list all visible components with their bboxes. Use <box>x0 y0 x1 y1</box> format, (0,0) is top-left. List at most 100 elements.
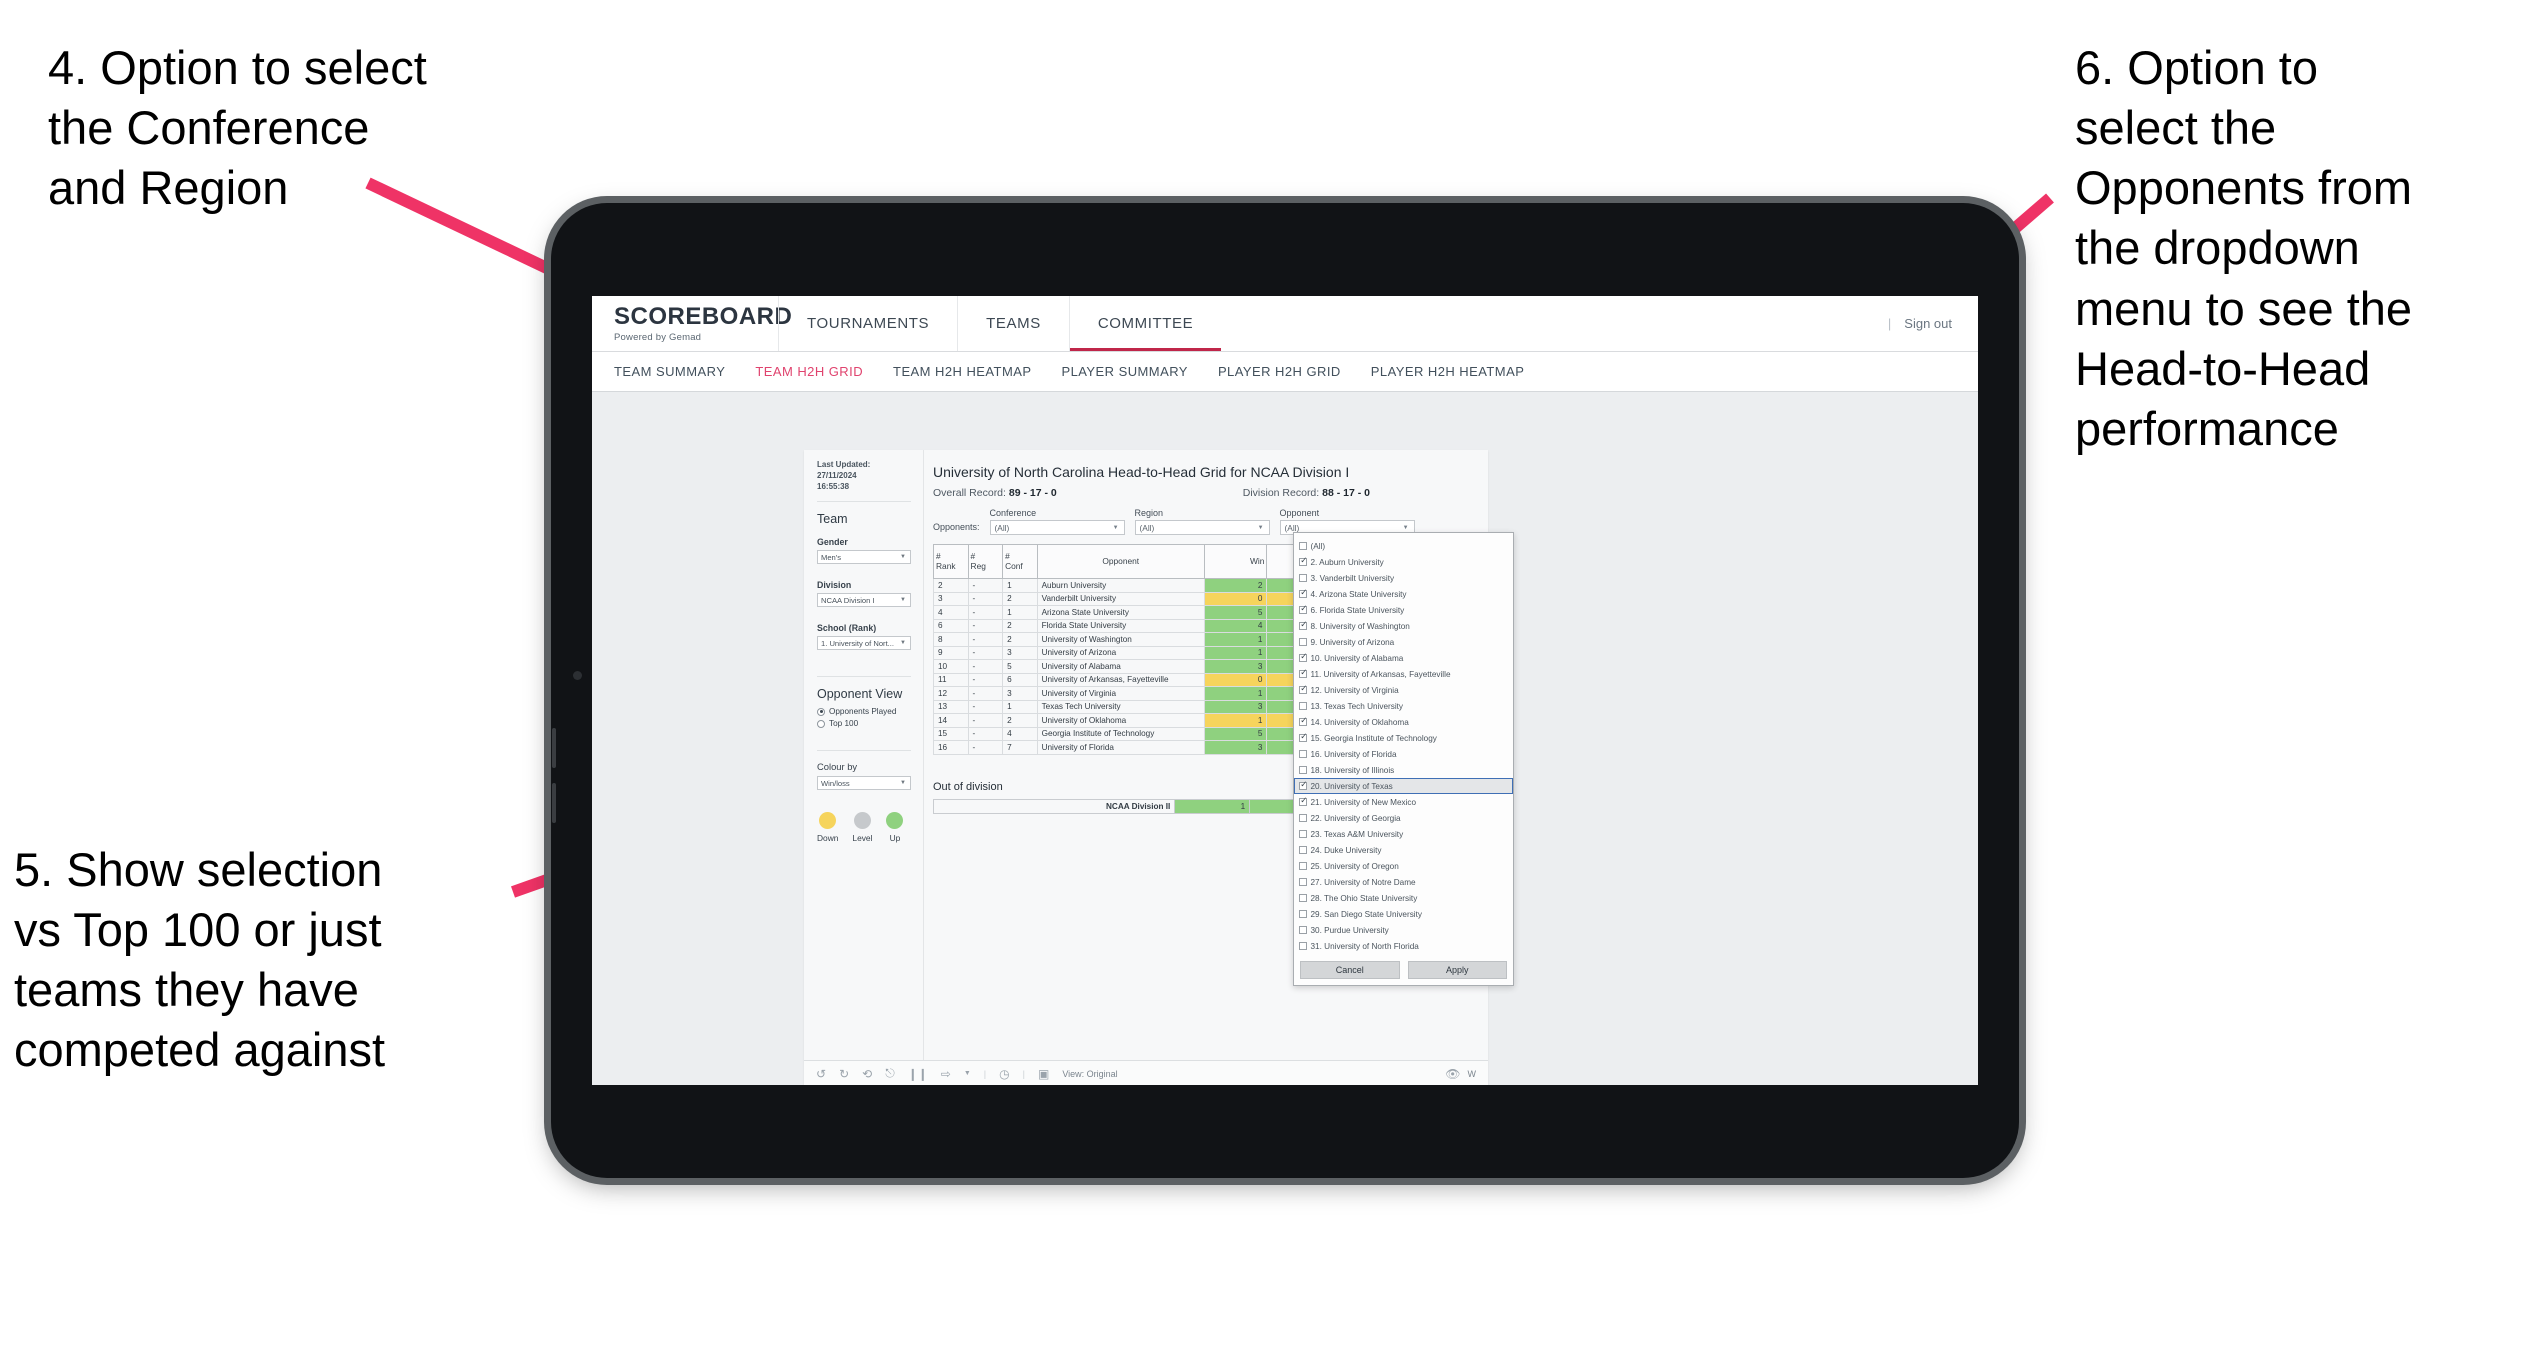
rank-cell[interactable]: 11 <box>933 672 969 687</box>
opponent-option[interactable]: 22. University of Georgia <box>1294 810 1513 826</box>
opponent-option[interactable]: 12. University of Virginia <box>1294 682 1513 698</box>
opponent-option[interactable]: 16. University of Florida <box>1294 746 1513 762</box>
cancel-button[interactable]: Cancel <box>1300 961 1400 979</box>
rank-cell[interactable]: 14 <box>933 713 969 728</box>
opponent-dropdown-popup[interactable]: (All) 2. Auburn University 3. Vanderbilt U… <box>1293 532 1514 986</box>
checkbox-icon[interactable] <box>1299 814 1307 822</box>
rank-cell[interactable]: 2 <box>933 578 969 593</box>
win-cell[interactable]: 0 <box>1203 591 1268 606</box>
checkbox-icon[interactable] <box>1299 684 1307 694</box>
tab-player-h2h-heatmap[interactable]: PLAYER H2H HEATMAP <box>1371 364 1525 379</box>
win-cell[interactable]: 1 <box>1203 632 1268 647</box>
rank-cell[interactable]: 13 <box>933 699 969 714</box>
checkbox-icon[interactable] <box>1299 652 1307 662</box>
revert-icon[interactable]: ⟲ <box>862 1067 872 1081</box>
win-cell[interactable]: 1 <box>1203 713 1268 728</box>
opponent-option[interactable]: 27. University of Notre Dame <box>1294 874 1513 890</box>
radio-top-100[interactable]: Top 100 <box>817 719 911 728</box>
gender-select[interactable]: Men's ▼ <box>817 550 911 565</box>
region-select[interactable]: (All) ▼ <box>1134 520 1270 535</box>
opponent-option[interactable]: 21. University of New Mexico <box>1294 794 1513 810</box>
conf-cell[interactable]: 2 <box>1002 591 1038 606</box>
reg-cell[interactable]: - <box>967 659 1004 674</box>
opponent-cell[interactable]: University of Alabama <box>1036 659 1205 674</box>
nav-item-committee[interactable]: COMMITTEE <box>1068 296 1222 351</box>
checkbox-icon[interactable] <box>1299 942 1307 950</box>
opponent-option[interactable]: 31. University of North Florida <box>1294 938 1513 954</box>
opponent-option[interactable]: 25. University of Oregon <box>1294 858 1513 874</box>
opponent-cell[interactable]: Georgia Institute of Technology <box>1036 726 1205 741</box>
apply-button[interactable]: Apply <box>1407 961 1507 979</box>
sign-out-link[interactable]: Sign out <box>1904 316 1952 331</box>
reg-cell[interactable]: - <box>967 686 1004 701</box>
checkbox-icon[interactable] <box>1299 702 1307 710</box>
conf-cell[interactable]: 1 <box>1002 605 1038 620</box>
opponent-cell[interactable]: Vanderbilt University <box>1036 591 1205 606</box>
win-cell[interactable]: 1 <box>1203 645 1268 660</box>
opponent-option[interactable]: 2. Auburn University <box>1294 554 1513 570</box>
reg-cell[interactable]: - <box>967 645 1004 660</box>
opponent-cell[interactable]: University of Virginia <box>1036 686 1205 701</box>
opponent-option[interactable]: 29. San Diego State University <box>1294 906 1513 922</box>
opponent-option[interactable]: (All) <box>1294 538 1513 554</box>
rank-cell[interactable]: 9 <box>933 645 969 660</box>
nav-item-tournaments[interactable]: TOURNAMENTS <box>778 296 957 351</box>
rank-cell[interactable]: 10 <box>933 659 969 674</box>
checkbox-icon[interactable] <box>1299 604 1307 614</box>
checkbox-icon[interactable] <box>1299 716 1307 726</box>
conf-cell[interactable]: 3 <box>1002 645 1038 660</box>
opponent-option[interactable]: 13. Texas Tech University <box>1294 698 1513 714</box>
conf-cell[interactable]: 5 <box>1002 659 1038 674</box>
checkbox-icon[interactable] <box>1299 638 1307 646</box>
rank-cell[interactable]: 16 <box>933 740 969 755</box>
win-cell[interactable]: 5 <box>1203 605 1268 620</box>
checkbox-icon[interactable] <box>1299 620 1307 630</box>
checkbox-icon[interactable] <box>1299 556 1307 566</box>
opponent-cell[interactable]: Auburn University <box>1036 578 1205 593</box>
opponent-option[interactable]: 28. The Ohio State University <box>1294 890 1513 906</box>
conf-cell[interactable]: 2 <box>1002 713 1038 728</box>
reg-cell[interactable]: - <box>967 699 1004 714</box>
checkbox-icon[interactable] <box>1299 894 1307 902</box>
checkbox-icon[interactable] <box>1299 588 1307 598</box>
clock-icon[interactable]: ◷ <box>999 1067 1009 1081</box>
conf-cell[interactable]: 2 <box>1002 618 1038 633</box>
tab-team-h2h-heatmap[interactable]: TEAM H2H HEATMAP <box>893 364 1031 379</box>
checkbox-icon[interactable] <box>1299 766 1307 774</box>
opponent-option[interactable]: 9. University of Arizona <box>1294 634 1513 650</box>
radio-opponents-played[interactable]: Opponents Played <box>817 707 911 716</box>
opponent-option[interactable]: 18. University of Illinois <box>1294 762 1513 778</box>
opponent-option[interactable]: 14. University of Oklahoma <box>1294 714 1513 730</box>
checkbox-icon[interactable] <box>1299 750 1307 758</box>
rank-cell[interactable]: 12 <box>933 686 969 701</box>
win-cell[interactable]: 2 <box>1203 578 1268 593</box>
conf-cell[interactable]: 1 <box>1002 699 1038 714</box>
nav-item-teams[interactable]: TEAMS <box>957 296 1069 351</box>
opponent-cell[interactable]: Florida State University <box>1036 618 1205 633</box>
reg-cell[interactable]: - <box>967 591 1004 606</box>
volume-down-button[interactable] <box>552 783 556 823</box>
checkbox-icon[interactable] <box>1299 796 1307 806</box>
checkbox-icon[interactable] <box>1299 878 1307 886</box>
opponent-option[interactable]: 30. Purdue University <box>1294 922 1513 938</box>
rank-cell[interactable]: 4 <box>933 605 969 620</box>
opponent-option[interactable]: 23. Texas A&M University <box>1294 826 1513 842</box>
school-rank-select[interactable]: 1. University of Nort... ▼ <box>817 636 911 651</box>
win-cell[interactable]: 1 <box>1203 686 1268 701</box>
opponent-option[interactable]: 11. University of Arkansas, Fayetteville <box>1294 666 1513 682</box>
reg-cell[interactable]: - <box>967 632 1004 647</box>
opponent-option[interactable]: 3. Vanderbilt University <box>1294 570 1513 586</box>
opponent-cell[interactable]: University of Oklahoma <box>1036 713 1205 728</box>
reg-cell[interactable]: - <box>967 672 1004 687</box>
checkbox-icon[interactable] <box>1299 668 1307 678</box>
opponent-option[interactable]: 24. Duke University <box>1294 842 1513 858</box>
opponent-cell[interactable]: University of Arizona <box>1036 645 1205 660</box>
opponent-option[interactable]: 20. University of Texas <box>1294 778 1513 794</box>
conf-cell[interactable]: 7 <box>1002 740 1038 755</box>
opponent-cell[interactable]: Arizona State University <box>1036 605 1205 620</box>
checkbox-icon[interactable] <box>1299 910 1307 918</box>
undo-icon[interactable]: ↺ <box>816 1067 826 1081</box>
win-cell[interactable]: 3 <box>1203 659 1268 674</box>
conf-cell[interactable]: 2 <box>1002 632 1038 647</box>
reg-cell[interactable]: - <box>967 713 1004 728</box>
